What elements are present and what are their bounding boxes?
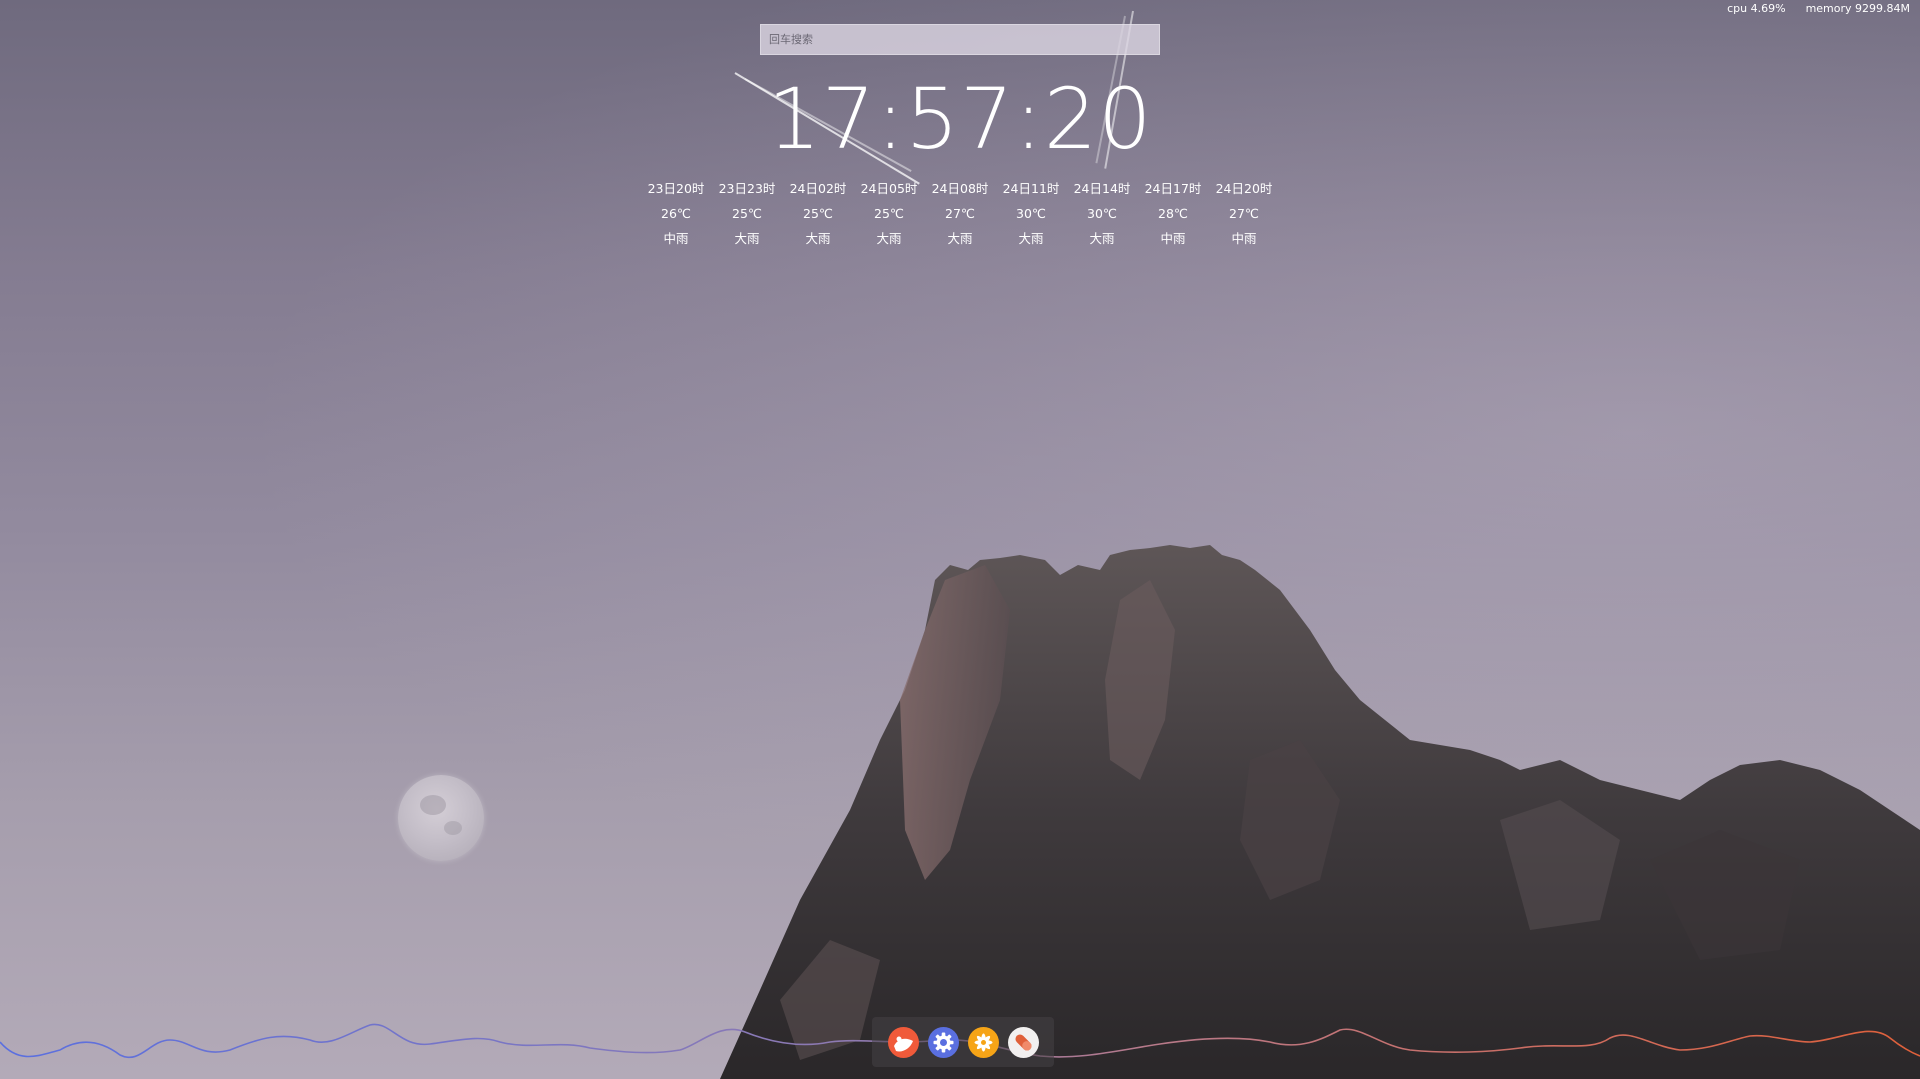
forecast-weather: 中雨 <box>1231 231 1257 246</box>
forecast-column: 23日20时 26℃ 中雨 <box>641 176 712 251</box>
forecast-temp: 25℃ <box>874 206 904 221</box>
forecast-temp: 27℃ <box>1229 206 1259 221</box>
forecast-column: 23日23时 25℃ 大雨 <box>712 176 783 251</box>
cpu-usage: cpu 4.69% <box>1727 2 1786 15</box>
forecast-column: 24日14时 30℃ 大雨 <box>1067 176 1138 251</box>
forecast-time: 24日11时 <box>1002 181 1060 196</box>
gear-glyph <box>928 1027 958 1057</box>
desktop: cpu 4.69% memory 9299.84M 17:57:20 23日20… <box>0 0 1920 1079</box>
forecast-temp: 30℃ <box>1087 206 1117 221</box>
memory-usage: memory 9299.84M <box>1805 2 1910 15</box>
forecast-time: 24日17时 <box>1144 181 1202 196</box>
forecast-time: 24日05时 <box>860 181 918 196</box>
forecast-time: 24日08时 <box>931 181 989 196</box>
forecast-time: 24日14时 <box>1073 181 1131 196</box>
forecast-weather: 中雨 <box>1160 231 1186 246</box>
forecast-temp: 30℃ <box>1016 206 1046 221</box>
gear-icon[interactable] <box>927 1026 959 1058</box>
forecast-weather: 大雨 <box>876 231 902 246</box>
forecast-weather: 大雨 <box>734 231 760 246</box>
flower-icon[interactable] <box>967 1026 999 1058</box>
red-app-icon[interactable] <box>887 1026 919 1058</box>
forecast-temp: 25℃ <box>732 206 762 221</box>
forecast-time: 23日20时 <box>647 181 705 196</box>
forecast-time: 23日23时 <box>718 181 776 196</box>
red-app-glyph <box>888 1027 918 1057</box>
search-input[interactable] <box>760 24 1160 55</box>
forecast-time: 24日20时 <box>1215 181 1273 196</box>
forecast-column: 24日11时 30℃ 大雨 <box>996 176 1067 251</box>
flower-glyph <box>968 1027 998 1057</box>
clock: 17:57:20 <box>767 70 1153 168</box>
forecast-temp: 25℃ <box>803 206 833 221</box>
forecast-weather: 大雨 <box>1089 231 1115 246</box>
forecast-weather: 大雨 <box>947 231 973 246</box>
weather-forecast: 23日20时 26℃ 中雨 23日23时 25℃ 大雨 24日02时 25℃ 大… <box>0 176 1920 251</box>
forecast-weather: 大雨 <box>1018 231 1044 246</box>
pill-icon[interactable] <box>1007 1026 1039 1058</box>
pill-glyph <box>1008 1027 1038 1057</box>
forecast-weather: 中雨 <box>663 231 689 246</box>
system-stats: cpu 4.69% memory 9299.84M <box>1727 2 1910 15</box>
forecast-temp: 26℃ <box>661 206 691 221</box>
forecast-temp: 28℃ <box>1158 206 1188 221</box>
forecast-column: 24日08时 27℃ 大雨 <box>925 176 996 251</box>
app-dock <box>872 1017 1054 1067</box>
forecast-column: 24日02时 25℃ 大雨 <box>783 176 854 251</box>
forecast-column: 24日20时 27℃ 中雨 <box>1209 176 1280 251</box>
forecast-column: 24日05时 25℃ 大雨 <box>854 176 925 251</box>
forecast-weather: 大雨 <box>805 231 831 246</box>
forecast-temp: 27℃ <box>945 206 975 221</box>
forecast-column: 24日17时 28℃ 中雨 <box>1138 176 1209 251</box>
forecast-time: 24日02时 <box>789 181 847 196</box>
